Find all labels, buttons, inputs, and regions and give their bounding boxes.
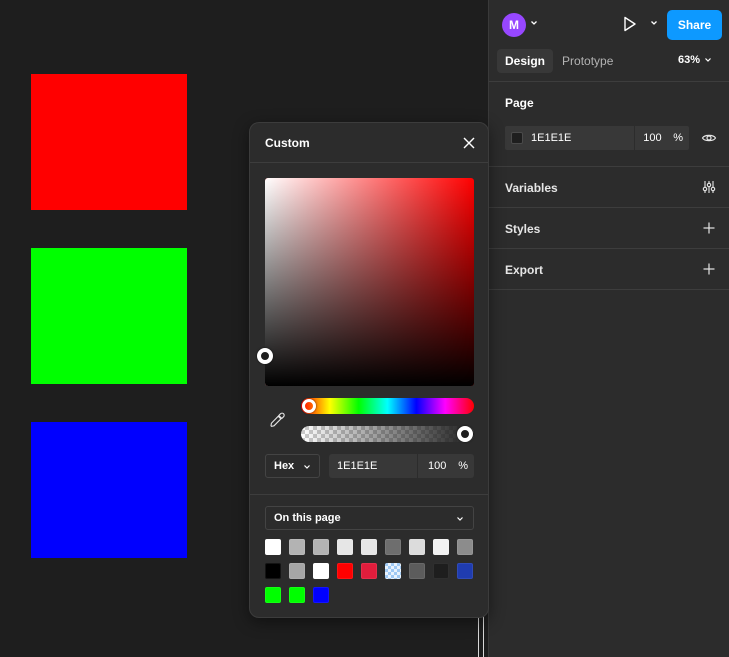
green-rectangle[interactable]: [31, 248, 187, 384]
divider: [489, 207, 729, 208]
color-swatch[interactable]: [265, 587, 281, 603]
opacity-input-value: 100: [428, 460, 447, 472]
chevron-down-icon: [304, 465, 310, 469]
saturation-brightness-area[interactable]: [265, 178, 474, 386]
divider: [489, 289, 729, 290]
panel-tabs: Design Prototype: [497, 49, 622, 73]
divider: [489, 81, 729, 82]
color-swatch[interactable]: [433, 539, 449, 555]
page-section-title: Page: [505, 96, 534, 110]
divider: [250, 162, 488, 163]
variables-section-title[interactable]: Variables: [505, 181, 558, 195]
color-swatch[interactable]: [457, 539, 473, 555]
picker-title: Custom: [265, 136, 310, 150]
color-swatch[interactable]: [289, 563, 305, 579]
opacity-slider[interactable]: [301, 426, 474, 442]
eye-icon[interactable]: [701, 130, 717, 146]
red-rectangle[interactable]: [31, 74, 187, 210]
color-handle[interactable]: [257, 348, 273, 365]
percent-sign: %: [458, 460, 468, 472]
swatch-library-label: On this page: [274, 512, 341, 524]
color-swatch[interactable]: [265, 563, 281, 579]
color-swatch[interactable]: [289, 539, 305, 555]
color-format-label: Hex: [274, 460, 295, 472]
export-section-title[interactable]: Export: [505, 263, 543, 277]
black-gradient: [265, 178, 474, 386]
plus-icon[interactable]: [702, 262, 716, 276]
page-fill-hex-field[interactable]: 1E1E1E: [505, 126, 635, 150]
divider: [250, 494, 488, 495]
color-swatch[interactable]: [337, 563, 353, 579]
color-swatch[interactable]: [313, 539, 329, 555]
color-swatch[interactable]: [385, 563, 401, 579]
color-swatch[interactable]: [265, 539, 281, 555]
page-fill-hex-value: 1E1E1E: [531, 132, 572, 144]
color-picker-popover: Custom Hex 1E1E1E 100 % On this page: [249, 122, 489, 618]
adjust-icon[interactable]: [702, 180, 716, 194]
chevron-down-icon[interactable]: [649, 18, 659, 28]
zoom-dropdown[interactable]: 63%: [678, 54, 712, 66]
properties-panel: M Share Design Prototype 63% Page 1E1E1E…: [488, 0, 729, 657]
tab-design[interactable]: Design: [497, 49, 554, 73]
color-swatch[interactable]: [433, 563, 449, 579]
color-swatch[interactable]: [361, 539, 377, 555]
chevron-down-icon: [705, 58, 711, 62]
hex-input-value: 1E1E1E: [337, 460, 378, 472]
opacity-slider-handle[interactable]: [457, 426, 473, 442]
color-format-select[interactable]: Hex: [265, 454, 320, 478]
close-icon[interactable]: [461, 135, 477, 151]
plus-icon[interactable]: [702, 221, 716, 235]
eyedropper-icon[interactable]: [269, 412, 285, 428]
percent-sign: %: [673, 132, 683, 144]
share-button[interactable]: Share: [667, 10, 722, 40]
blue-rectangle[interactable]: [31, 422, 187, 558]
page-fill-swatch[interactable]: [511, 132, 523, 144]
divider: [489, 248, 729, 249]
styles-section-title[interactable]: Styles: [505, 222, 540, 236]
divider: [489, 166, 729, 167]
color-swatch[interactable]: [385, 539, 401, 555]
color-swatch[interactable]: [409, 539, 425, 555]
swatch-library-select[interactable]: On this page: [265, 506, 474, 530]
color-swatch[interactable]: [409, 563, 425, 579]
user-avatar[interactable]: M: [502, 13, 526, 37]
page-fill-opacity-value: 100: [643, 132, 662, 144]
color-swatch[interactable]: [361, 563, 377, 579]
hue-slider[interactable]: [301, 398, 474, 414]
page-fill-row: 1E1E1E 100 %: [505, 126, 689, 150]
tab-prototype[interactable]: Prototype: [554, 49, 621, 73]
hue-slider-handle[interactable]: [302, 399, 316, 413]
color-swatch[interactable]: [337, 539, 353, 555]
color-swatch[interactable]: [313, 563, 329, 579]
zoom-label: 63%: [678, 54, 701, 66]
opacity-gradient: [301, 426, 474, 442]
chevron-down-icon[interactable]: [529, 18, 539, 28]
hex-input[interactable]: 1E1E1E: [329, 454, 417, 478]
color-swatch[interactable]: [289, 587, 305, 603]
color-swatch-grid: [265, 539, 481, 611]
play-icon[interactable]: [619, 14, 639, 34]
page-fill-opacity-field[interactable]: 100 %: [635, 126, 689, 150]
color-swatch[interactable]: [457, 563, 473, 579]
color-swatch[interactable]: [313, 587, 329, 603]
opacity-input[interactable]: 100 %: [418, 454, 474, 478]
panel-topbar: M Share: [489, 0, 729, 48]
chevron-down-icon: [457, 517, 463, 521]
